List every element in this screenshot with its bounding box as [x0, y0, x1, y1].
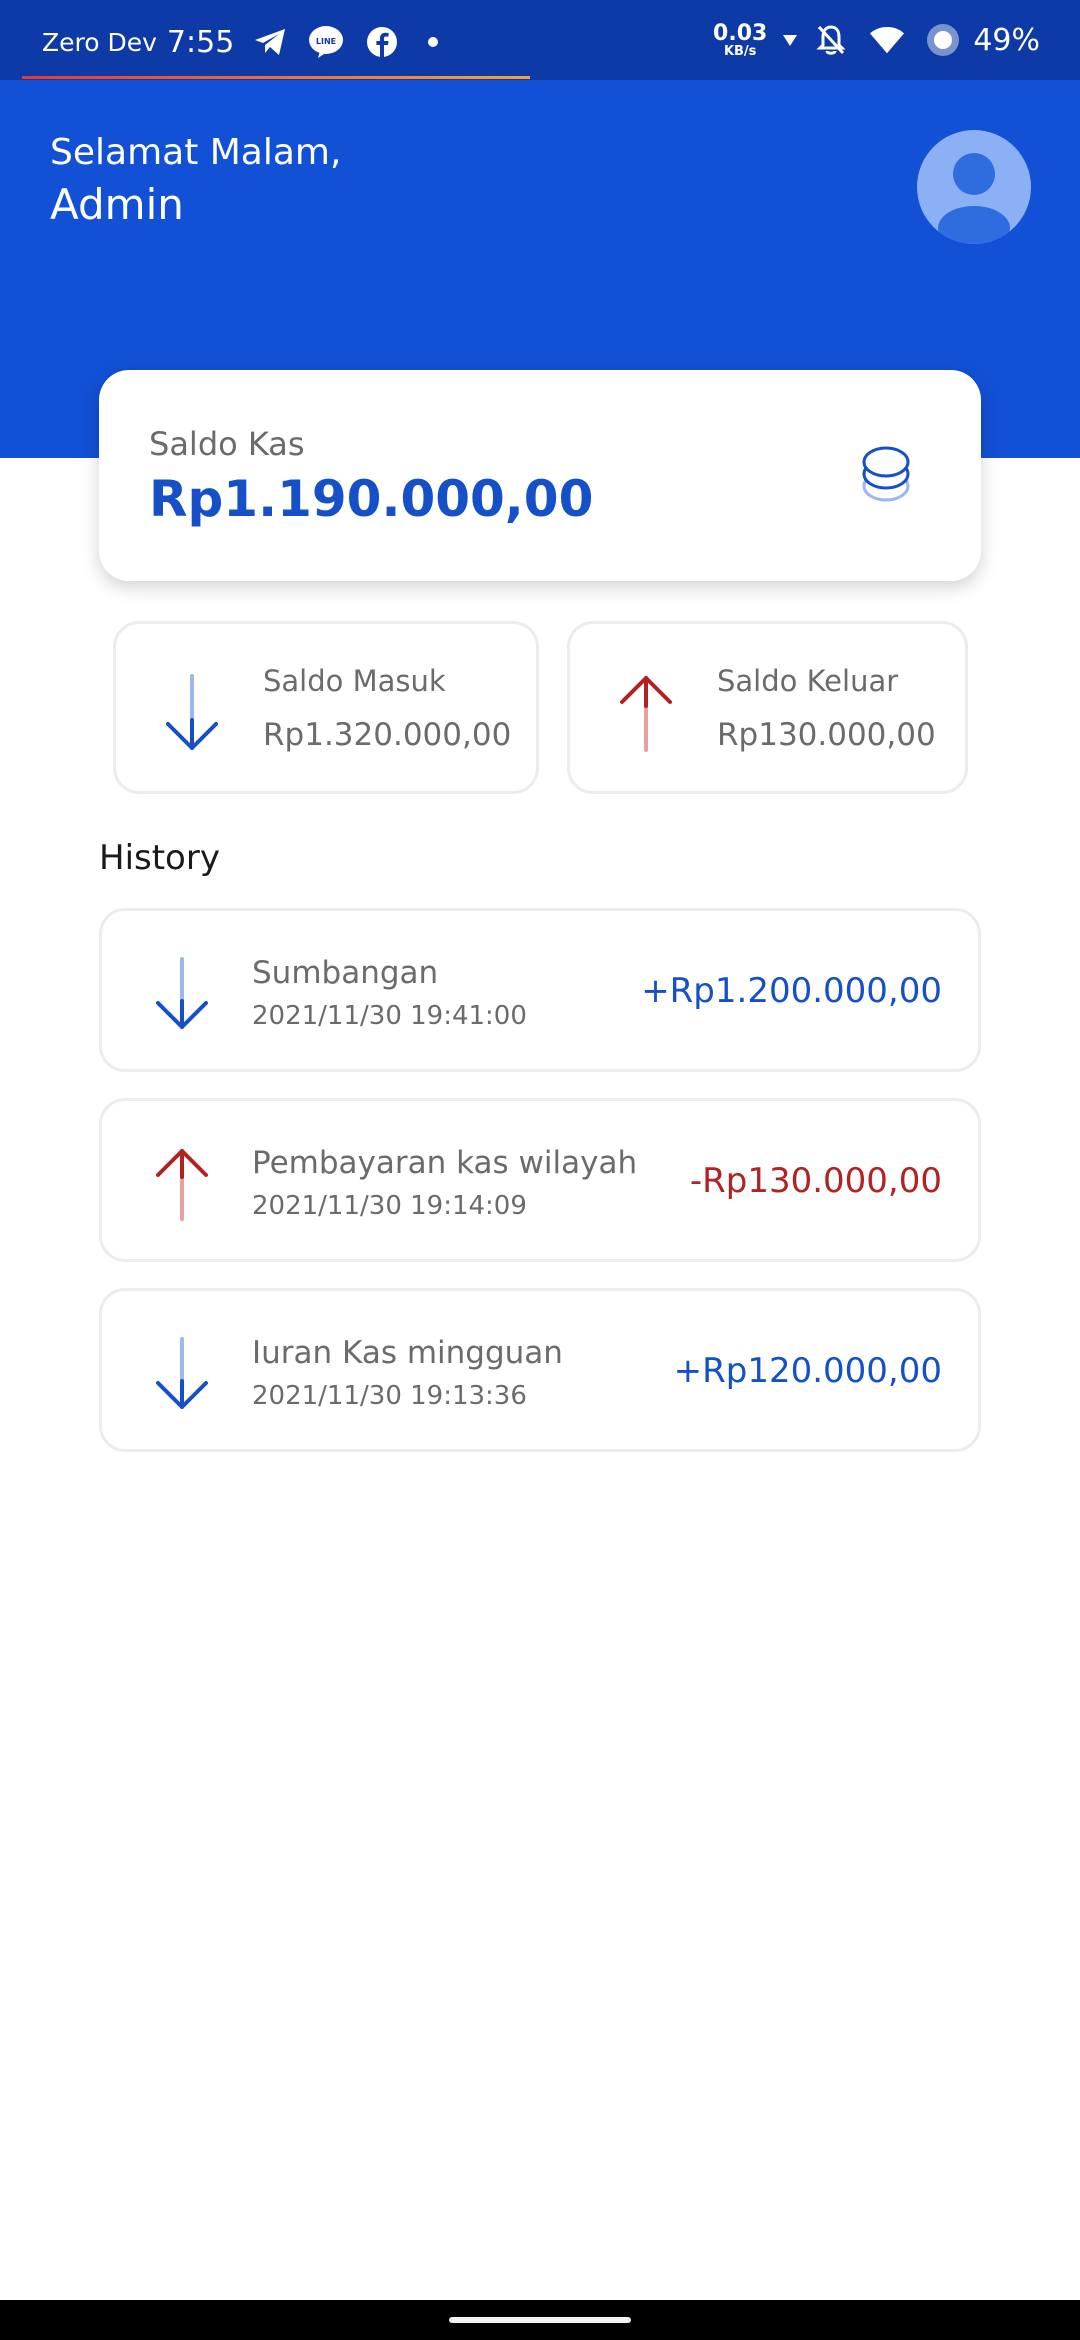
income-label: Saldo Masuk	[263, 664, 446, 698]
user-avatar-icon[interactable]	[917, 130, 1031, 244]
network-speed: 0.03 KB/s	[713, 20, 768, 59]
telegram-icon	[252, 24, 288, 60]
balance-card: Saldo Kas Rp1.190.000,00	[99, 370, 981, 581]
loading-progress-bar	[22, 76, 530, 79]
history-item-amount: +Rp120.000,00	[673, 1351, 942, 1391]
svg-text:LINE: LINE	[316, 37, 336, 46]
expense-label: Saldo Keluar	[717, 664, 899, 698]
greeting-text: Selamat Malam,	[50, 132, 342, 173]
download-arrow-icon	[781, 22, 799, 58]
status-bar: Zero Dev 7:55 LINE 0.03 KB/s 49%	[0, 0, 1080, 80]
history-item-pembayaran-kas-wilayah[interactable]: Pembayaran kas wilayah 2021/11/30 19:14:…	[99, 1098, 981, 1262]
status-bar-left: Zero Dev 7:55 LINE	[42, 22, 439, 62]
arrow-up-icon	[154, 1147, 210, 1221]
system-nav-bar	[0, 2300, 1080, 2340]
dot-icon	[428, 37, 439, 47]
carrier-label: Zero Dev	[42, 27, 157, 57]
history-item-date: 2021/11/30 19:14:09	[252, 1191, 527, 1221]
income-value: Rp1.320.000,00	[263, 717, 512, 753]
income-summary-card: Saldo Masuk Rp1.320.000,00	[113, 621, 539, 794]
history-heading: History	[99, 838, 220, 878]
battery-icon	[925, 22, 961, 58]
history-item-sumbangan[interactable]: Sumbangan 2021/11/30 19:41:00 +Rp1.200.0…	[99, 908, 981, 1072]
wifi-icon	[869, 22, 905, 58]
arrow-up-icon	[618, 674, 674, 752]
home-gesture-handle[interactable]	[449, 2317, 631, 2323]
arrow-down-icon	[154, 1337, 210, 1411]
balance-value: Rp1.190.000,00	[149, 470, 594, 528]
history-item-iuran-kas-mingguan[interactable]: Iuran Kas mingguan 2021/11/30 19:13:36 +…	[99, 1288, 981, 1452]
facebook-icon	[364, 24, 400, 60]
history-item-title: Sumbangan	[252, 955, 439, 991]
line-icon: LINE	[308, 24, 344, 60]
history-list: Sumbangan 2021/11/30 19:41:00 +Rp1.200.0…	[99, 908, 981, 1478]
coins-icon	[861, 440, 911, 512]
arrow-down-icon	[154, 957, 210, 1031]
clock: 7:55	[166, 24, 235, 60]
history-item-date: 2021/11/30 19:41:00	[252, 1001, 527, 1031]
mute-bell-icon	[813, 22, 849, 58]
balance-label: Saldo Kas	[149, 425, 305, 463]
username-text: Admin	[50, 180, 184, 229]
history-item-amount: -Rp130.000,00	[689, 1161, 942, 1201]
history-item-amount: +Rp1.200.000,00	[641, 971, 942, 1011]
arrow-down-icon	[164, 674, 220, 752]
history-item-date: 2021/11/30 19:13:36	[252, 1381, 527, 1411]
network-speed-unit: KB/s	[723, 43, 757, 59]
expense-value: Rp130.000,00	[717, 717, 936, 753]
history-item-title: Pembayaran kas wilayah	[252, 1145, 638, 1181]
network-speed-value: 0.03	[713, 20, 768, 46]
expense-summary-card: Saldo Keluar Rp130.000,00	[567, 621, 968, 794]
battery-percent: 49%	[973, 22, 1040, 58]
status-bar-right: 0.03 KB/s 49%	[713, 20, 1040, 60]
history-item-title: Iuran Kas mingguan	[252, 1335, 563, 1371]
